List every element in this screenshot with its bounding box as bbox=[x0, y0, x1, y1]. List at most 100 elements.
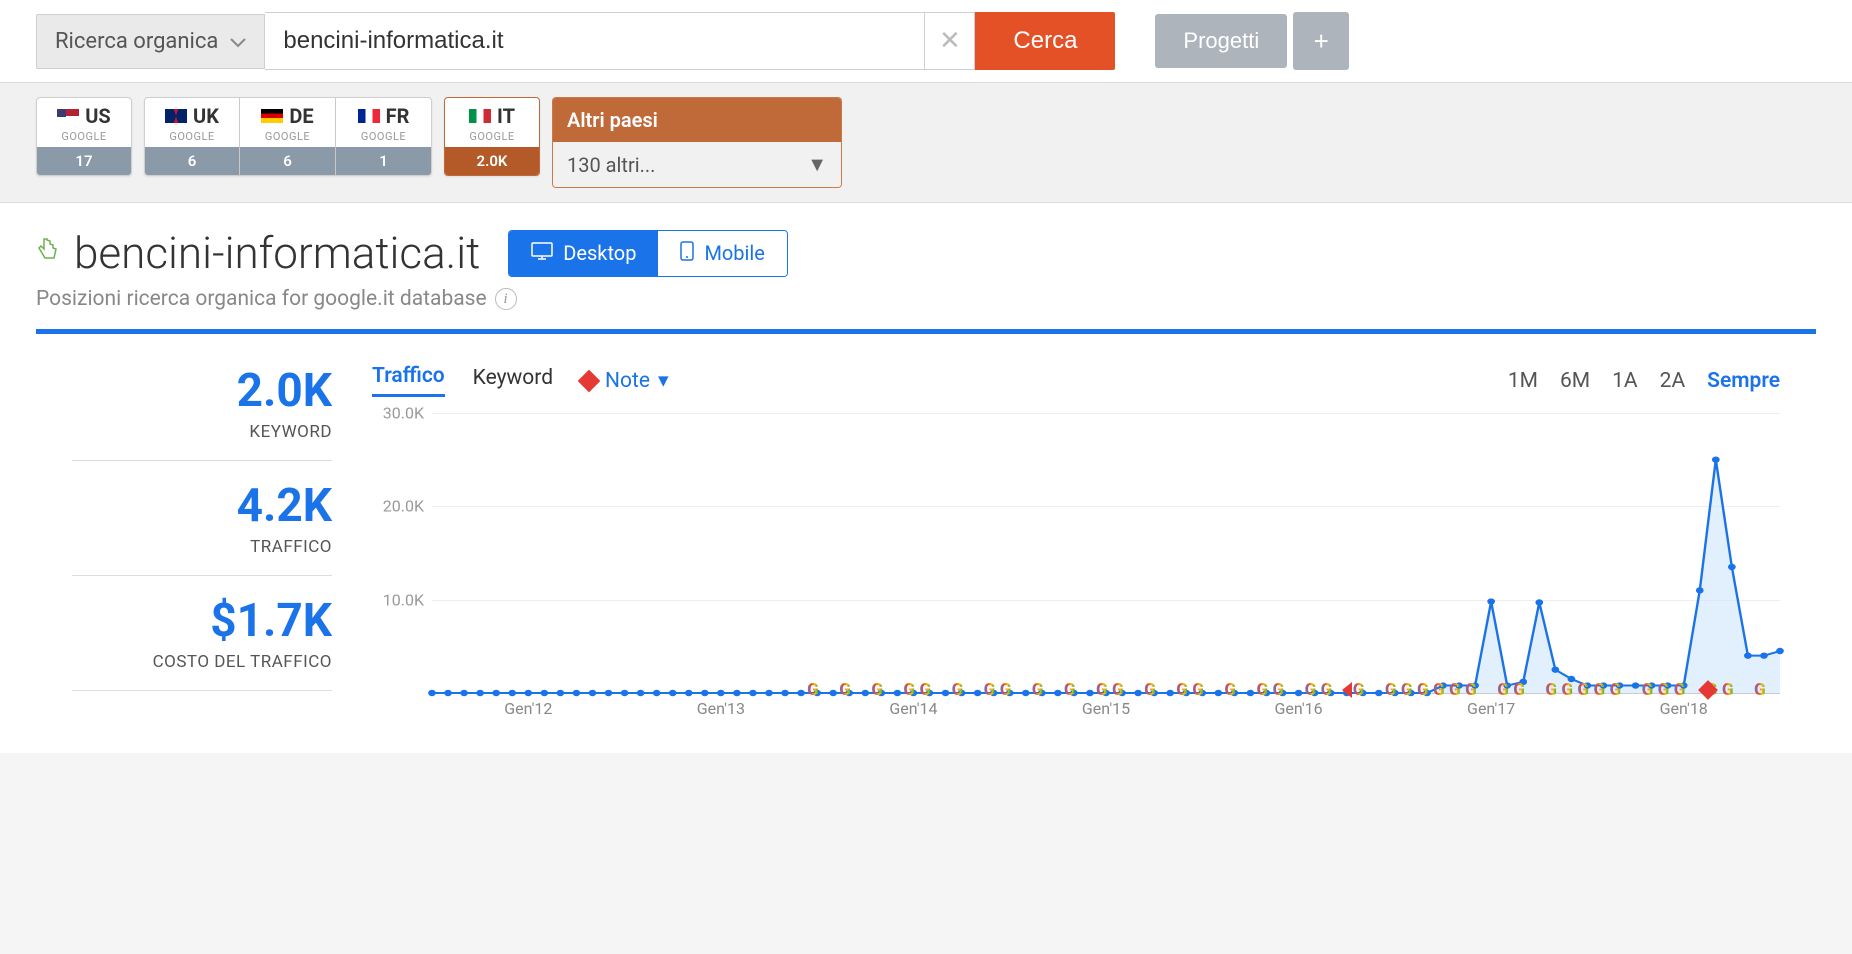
country-code: US bbox=[85, 104, 111, 128]
google-update-icon[interactable]: G bbox=[919, 680, 939, 700]
chart-range-1M[interactable]: 1M bbox=[1508, 369, 1538, 393]
search-input[interactable] bbox=[265, 12, 925, 70]
country-code: UK bbox=[193, 104, 219, 128]
country-engine: GOOGLE bbox=[61, 130, 106, 143]
chart-range-1A[interactable]: 1A bbox=[1612, 369, 1638, 393]
search-type-dropdown[interactable]: Ricerca organica bbox=[36, 14, 265, 69]
google-update-icon[interactable]: G bbox=[1465, 680, 1485, 700]
country-tab-it-active[interactable]: IT GOOGLE 2.0K bbox=[444, 97, 540, 176]
arrow-marker-icon[interactable] bbox=[1342, 682, 1352, 698]
google-update-icon[interactable]: G bbox=[1144, 680, 1164, 700]
google-update-icon[interactable]: G bbox=[1321, 680, 1341, 700]
google-update-icon[interactable]: G bbox=[871, 680, 891, 700]
country-engine: GOOGLE bbox=[361, 130, 406, 143]
google-update-icon[interactable]: G bbox=[1273, 680, 1293, 700]
country-tab-uk[interactable]: UKGOOGLE 6 bbox=[144, 97, 240, 176]
desktop-icon bbox=[531, 241, 553, 265]
country-tabs-strip: USGOOGLE 17 UKGOOGLE 6 DEGOOGLE 6 FRGOOG… bbox=[0, 83, 1852, 203]
close-icon: ✕ bbox=[939, 26, 961, 56]
flag-uk-icon bbox=[165, 109, 187, 123]
stat-value: 4.2K bbox=[72, 479, 332, 533]
device-mobile-tab[interactable]: Mobile bbox=[658, 231, 786, 276]
google-update-icon[interactable]: G bbox=[1754, 680, 1774, 700]
chart-x-axis: Gen'12Gen'13Gen'14Gen'15Gen'16Gen'17Gen'… bbox=[432, 699, 1780, 723]
country-tab-de[interactable]: DEGOOGLE 6 bbox=[240, 97, 336, 176]
stat-value: $1.7K bbox=[72, 594, 332, 648]
subtitle-text: Posizioni ricerca organica for google.it… bbox=[36, 287, 487, 311]
other-countries-header: Altri paesi bbox=[553, 98, 841, 142]
google-update-icon[interactable]: G bbox=[807, 680, 827, 700]
google-update-icon[interactable]: G bbox=[1674, 680, 1694, 700]
main-panel: bencini-informatica.it Desktop Mobile Po… bbox=[0, 203, 1852, 753]
flag-fr-icon bbox=[358, 109, 380, 123]
search-button[interactable]: Cerca bbox=[975, 12, 1115, 70]
chart-range-6M[interactable]: 6M bbox=[1560, 369, 1590, 393]
chart-range-2A[interactable]: 2A bbox=[1660, 369, 1686, 393]
country-engine: GOOGLE bbox=[469, 130, 514, 143]
x-tick-label: Gen'17 bbox=[1467, 699, 1515, 718]
chart-tab-traffic[interactable]: Traffico bbox=[372, 364, 445, 397]
flag-de-icon bbox=[261, 109, 283, 123]
content-row: 2.0K KEYWORD 4.2K TRAFFICO $1.7K COSTO D… bbox=[36, 334, 1816, 753]
chart-plot-area: GGGGGGGGGGGGGGGGGGGGGGGGGGGGGGGGGGGGGGGG bbox=[432, 413, 1780, 693]
chart-note-label: Note bbox=[605, 369, 650, 393]
chart-note-dropdown[interactable]: Note ▾ bbox=[581, 368, 669, 393]
hand-pointer-icon bbox=[36, 237, 58, 269]
country-count: 6 bbox=[240, 147, 335, 175]
google-update-icon[interactable]: G bbox=[1722, 680, 1742, 700]
traffic-chart[interactable]: 10.0K20.0K30.0K GGGGGGGGGGGGGGGGGGGGGGGG… bbox=[372, 413, 1780, 723]
country-count: 2.0K bbox=[445, 147, 539, 175]
country-code: FR bbox=[386, 104, 410, 128]
device-desktop-tab[interactable]: Desktop bbox=[509, 231, 658, 276]
clear-input-button[interactable]: ✕ bbox=[925, 12, 975, 70]
google-update-icon[interactable]: G bbox=[1192, 680, 1212, 700]
country-code: IT bbox=[497, 104, 515, 128]
google-update-icon[interactable]: G bbox=[1224, 680, 1244, 700]
google-update-icon[interactable]: G bbox=[1064, 680, 1084, 700]
stat-label: KEYWORD bbox=[72, 422, 332, 442]
device-toggle: Desktop Mobile bbox=[508, 230, 788, 277]
device-desktop-label: Desktop bbox=[563, 241, 636, 265]
country-engine: GOOGLE bbox=[265, 130, 310, 143]
stat-traffic: 4.2K TRAFFICO bbox=[72, 461, 332, 576]
google-update-icon[interactable]: G bbox=[1112, 680, 1132, 700]
page-title: bencini-informatica.it bbox=[74, 227, 480, 279]
y-tick-label: 20.0K bbox=[383, 497, 424, 516]
google-update-icon[interactable]: G bbox=[952, 680, 972, 700]
add-project-button[interactable]: + bbox=[1293, 12, 1349, 70]
diamond-icon bbox=[578, 369, 601, 392]
google-update-icon[interactable]: G bbox=[1353, 680, 1373, 700]
country-tab-group: UKGOOGLE 6 DEGOOGLE 6 FRGOOGLE 1 bbox=[144, 97, 432, 176]
chart-area: Traffico Keyword Note ▾ 1M 6M 1A 2A Sempre 1… bbox=[372, 364, 1780, 723]
google-update-icon[interactable]: G bbox=[1513, 680, 1533, 700]
google-update-icon[interactable]: G bbox=[1032, 680, 1052, 700]
country-tab-us[interactable]: USGOOGLE 17 bbox=[36, 97, 132, 176]
search-type-label: Ricerca organica bbox=[55, 29, 218, 54]
x-tick-label: Gen'13 bbox=[697, 699, 745, 718]
chart-range-Sempre[interactable]: Sempre bbox=[1707, 369, 1780, 393]
chart-tab-keyword[interactable]: Keyword bbox=[473, 366, 553, 396]
chart-range-tabs: 1M 6M 1A 2A Sempre bbox=[1508, 369, 1780, 393]
info-icon[interactable]: i bbox=[495, 288, 517, 310]
flag-it-icon bbox=[469, 109, 491, 123]
projects-button[interactable]: Progetti bbox=[1155, 14, 1287, 68]
chart-tabs-row: Traffico Keyword Note ▾ 1M 6M 1A 2A Sempre bbox=[372, 364, 1780, 397]
stat-keyword: 2.0K KEYWORD bbox=[72, 364, 332, 461]
flag-us-icon bbox=[57, 109, 79, 123]
chevron-down-icon bbox=[230, 29, 246, 54]
chart-y-axis: 10.0K20.0K30.0K bbox=[372, 413, 432, 693]
country-count: 1 bbox=[336, 147, 431, 175]
triangle-down-icon: ▼ bbox=[807, 152, 827, 177]
other-countries-dropdown[interactable]: 130 altri... ▼ bbox=[553, 142, 841, 187]
country-tab-fr[interactable]: FR GOOGLE 1 bbox=[336, 97, 432, 176]
caret-down-icon: ▾ bbox=[658, 368, 669, 393]
x-tick-label: Gen'14 bbox=[889, 699, 937, 718]
y-tick-label: 30.0K bbox=[383, 404, 424, 423]
google-update-icon[interactable]: G bbox=[1000, 680, 1020, 700]
other-countries-panel: Altri paesi 130 altri... ▼ bbox=[552, 97, 842, 188]
google-update-icon[interactable]: G bbox=[839, 680, 859, 700]
subtitle-row: Posizioni ricerca organica for google.it… bbox=[36, 287, 1816, 311]
x-tick-label: Gen'12 bbox=[504, 699, 552, 718]
google-update-icon[interactable]: G bbox=[1610, 680, 1630, 700]
stats-panel: 2.0K KEYWORD 4.2K TRAFFICO $1.7K COSTO D… bbox=[72, 364, 332, 723]
